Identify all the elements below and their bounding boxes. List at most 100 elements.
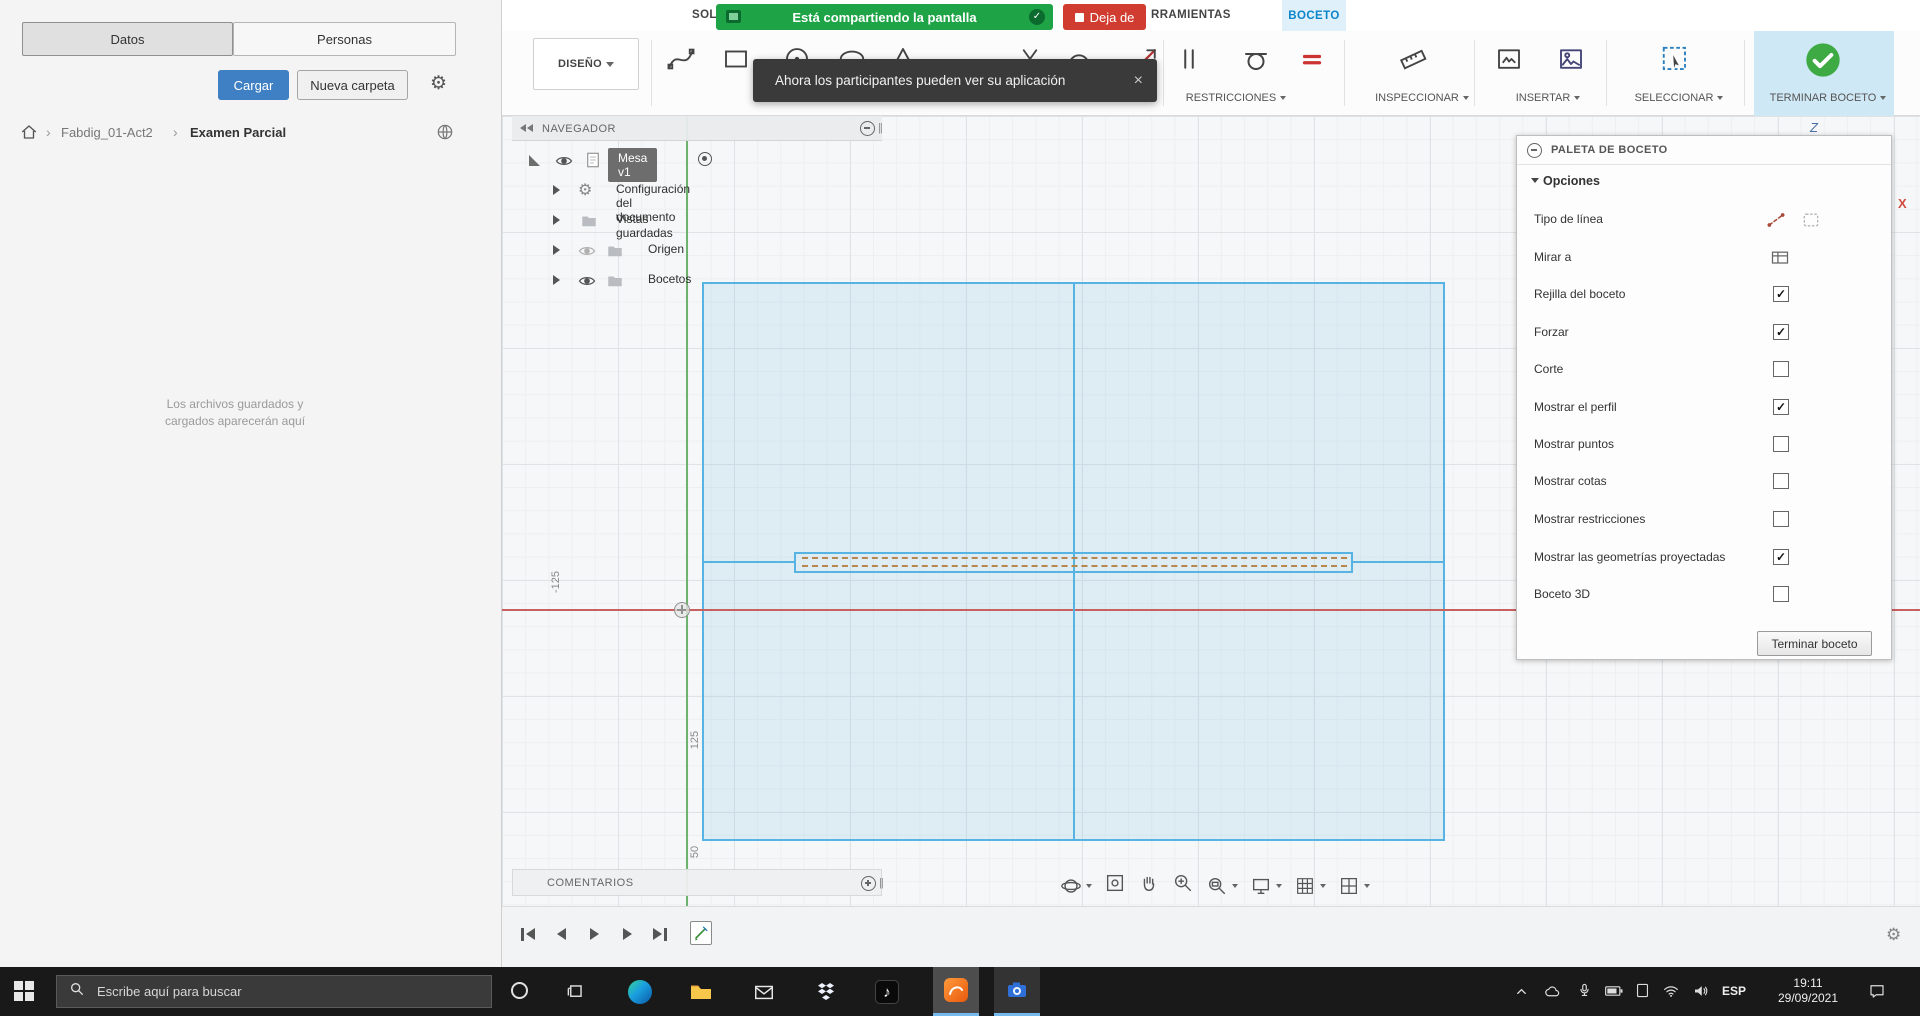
tab-solido-fragment[interactable]: SOL <box>692 9 717 21</box>
timeline-sketch-marker[interactable] <box>690 921 712 945</box>
expand-caret-icon[interactable] <box>553 245 560 255</box>
activate-target-icon[interactable] <box>698 152 712 166</box>
tree-item-label[interactable]: Bocetos <box>648 272 691 286</box>
expand-caret-icon[interactable] <box>553 185 560 195</box>
insert-canvas-icon[interactable] <box>1494 44 1526 76</box>
palette-header[interactable]: PALETA DE BOCETO <box>1517 136 1891 165</box>
breadcrumb-project[interactable]: Fabdig_01-Act2 <box>61 125 153 140</box>
zoom-tool-icon[interactable] <box>1172 872 1194 899</box>
checkbox-sketch-grid[interactable]: ✓ <box>1773 286 1789 302</box>
onedrive-cloud-icon[interactable] <box>1544 983 1562 1006</box>
stop-sharing-button[interactable]: Deja de <box>1063 4 1146 30</box>
insert-image-icon[interactable] <box>1556 44 1588 76</box>
origin-point-marker[interactable] <box>674 602 690 618</box>
root-node-label[interactable]: Mesa v1 <box>608 148 658 182</box>
expand-caret-icon[interactable] <box>553 215 560 225</box>
minimize-panel-icon[interactable] <box>1527 143 1542 158</box>
volume-icon[interactable] <box>1692 982 1710 1005</box>
timeline-settings-gear-icon[interactable]: ⚙ <box>1886 925 1901 945</box>
checkbox-snap[interactable]: ✓ <box>1773 324 1789 340</box>
viewcube-x-label[interactable]: X <box>1898 196 1907 211</box>
cortana-icon[interactable] <box>511 982 528 999</box>
checkbox-3d-sketch[interactable] <box>1773 586 1789 602</box>
minimize-panel-icon[interactable] <box>860 121 875 136</box>
panel-handle-icon[interactable]: || <box>879 877 884 889</box>
search-input[interactable] <box>95 983 459 1000</box>
checkbox-show-constraints[interactable] <box>1773 511 1789 527</box>
orbit-tool-icon[interactable] <box>1060 875 1092 897</box>
select-tool-icon[interactable] <box>1660 44 1692 76</box>
spline-tool-icon[interactable] <box>666 44 698 76</box>
sketch-slot[interactable] <box>794 552 1353 573</box>
panel-handle-icon[interactable]: || <box>878 122 883 134</box>
camera-app-taskbar-button[interactable] <box>994 967 1040 1016</box>
step-back-button[interactable] <box>548 923 574 945</box>
battery-icon[interactable] <box>1604 984 1624 1003</box>
display-settings-icon[interactable] <box>1250 875 1282 897</box>
group-restricciones[interactable]: RESTRICCIONES <box>1141 92 1331 104</box>
language-indicator[interactable]: ESP <box>1722 984 1746 998</box>
play-button[interactable] <box>581 923 607 945</box>
shield-check-icon[interactable]: ✓ <box>1029 9 1045 25</box>
grid-settings-icon[interactable] <box>1294 875 1326 897</box>
sketch-line-segment[interactable] <box>1351 561 1445 563</box>
tab-herramientas-fragment[interactable]: RRAMIENTAS <box>1151 9 1231 21</box>
look-at-icon[interactable] <box>1770 248 1790 273</box>
checkbox-slice[interactable] <box>1773 361 1789 377</box>
projected-geometry-dashed-line[interactable] <box>802 565 1347 567</box>
tree-item-label[interactable]: Vistas guardadas <box>616 212 673 240</box>
zoom-window-tool-icon[interactable] <box>1206 875 1238 897</box>
finish-sketch-button[interactable]: Terminar boceto <box>1757 631 1872 656</box>
visibility-eye-icon[interactable] <box>578 272 596 293</box>
measure-tool-icon[interactable] <box>1398 44 1430 76</box>
equal-constraint-icon[interactable] <box>1297 44 1329 76</box>
sketch-line-segment[interactable] <box>702 561 796 563</box>
panel-settings-gear-icon[interactable]: ⚙ <box>430 72 447 95</box>
centerline-icon[interactable] <box>1801 210 1821 235</box>
projected-geometry-dashed-line[interactable] <box>802 557 1347 559</box>
go-to-end-button[interactable] <box>647 923 673 945</box>
start-button[interactable] <box>14 981 34 1001</box>
viewcube-z-label[interactable]: Z <box>1810 120 1818 135</box>
expand-caret-icon[interactable] <box>553 275 560 285</box>
checkbox-show-projected[interactable]: ✓ <box>1773 549 1789 565</box>
upload-button[interactable]: Cargar <box>218 70 289 100</box>
action-center-icon[interactable] <box>1868 982 1886 1005</box>
clock[interactable]: 19:11 29/09/2021 <box>1760 976 1856 1006</box>
group-terminar-boceto[interactable]: TERMINAR BOCETO <box>1733 92 1920 104</box>
vertical-constraint-icon[interactable] <box>1174 44 1206 76</box>
wifi-icon[interactable] <box>1662 982 1680 1005</box>
display-tray-icon[interactable] <box>1634 982 1651 1004</box>
checkbox-show-dimensions[interactable] <box>1773 473 1789 489</box>
tangent-constraint-icon[interactable] <box>1241 44 1273 76</box>
file-explorer-icon[interactable] <box>689 980 713 1009</box>
visibility-eye-off-icon[interactable] <box>578 242 596 263</box>
go-to-start-button[interactable] <box>515 923 541 945</box>
hidden-icons-chevron[interactable] <box>1514 984 1529 1004</box>
edge-browser-icon[interactable] <box>628 980 652 1004</box>
tab-datos[interactable]: Datos <box>22 22 233 56</box>
task-view-icon[interactable] <box>566 982 585 1006</box>
construction-line-icon[interactable] <box>1766 210 1786 235</box>
checkbox-show-points[interactable] <box>1773 436 1789 452</box>
toast-close-icon[interactable]: × <box>1134 72 1143 90</box>
navigator-header[interactable]: NAVEGADOR || <box>512 116 883 141</box>
home-icon[interactable] <box>20 123 38 146</box>
tab-boceto[interactable]: BOCETO <box>1282 0 1346 31</box>
pan-tool-icon[interactable] <box>1138 872 1160 899</box>
breadcrumb-item[interactable]: Examen Parcial <box>190 125 286 140</box>
checkbox-show-profile[interactable]: ✓ <box>1773 399 1789 415</box>
mail-app-icon[interactable] <box>753 981 775 1008</box>
microphone-tray-icon[interactable] <box>1576 982 1593 1004</box>
dropbox-icon[interactable] <box>814 980 838 1009</box>
fusion360-taskbar-button[interactable] <box>933 967 979 1016</box>
add-comment-icon[interactable] <box>861 876 876 891</box>
comments-bar[interactable]: COMENTARIOS || <box>512 869 884 896</box>
look-at-tool-icon[interactable] <box>1104 872 1126 899</box>
viewports-icon[interactable] <box>1338 875 1370 897</box>
visibility-eye-icon[interactable] <box>555 152 573 173</box>
collapse-left-icon[interactable] <box>520 124 533 132</box>
tiktok-icon[interactable]: ♪ <box>875 980 899 1004</box>
taskbar-search[interactable] <box>56 975 492 1008</box>
a360-globe-icon[interactable] <box>435 122 455 147</box>
